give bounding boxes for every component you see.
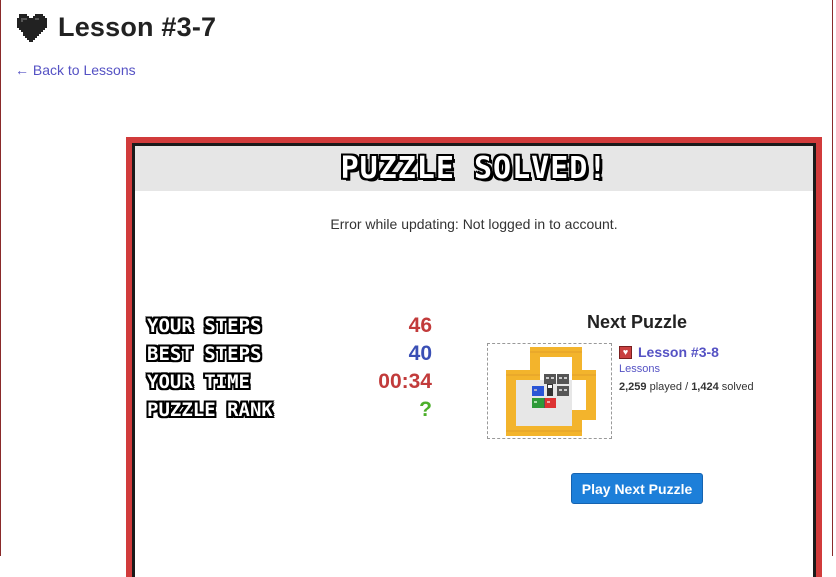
next-puzzle-link[interactable]: Lesson #3-8	[638, 344, 719, 360]
page-right-border	[832, 0, 833, 556]
modal-header: PUZZLE SOLVED!	[135, 146, 813, 191]
next-puzzle-stats: 2,259 played / 1,424 solved	[619, 381, 754, 393]
play-next-puzzle-button[interactable]: Play Next Puzzle	[571, 473, 703, 504]
played-count: 2,259	[619, 381, 647, 393]
stat-row-your-steps: YOUR STEPS 46	[147, 312, 432, 340]
stat-value: ?	[419, 398, 432, 421]
stat-row-your-time: YOUR TIME 00:34	[147, 368, 432, 396]
stat-row-puzzle-rank: PUZZLE RANK ?	[147, 396, 432, 424]
puzzle-map-icon	[506, 347, 596, 436]
stat-label: PUZZLE RANK	[147, 399, 273, 421]
next-puzzle-title-row: ♥ Lesson #3-8	[619, 344, 754, 360]
heart-badge-icon: ♥	[619, 345, 632, 359]
stat-value: 40	[408, 342, 432, 365]
next-puzzle-category-link[interactable]: Lessons	[619, 363, 754, 375]
next-puzzle-heading: Next Puzzle	[587, 312, 688, 332]
stat-label: BEST STEPS	[147, 343, 262, 365]
back-to-lessons-link[interactable]: ← Back to Lessons	[15, 62, 136, 78]
puzzle-solved-modal: PUZZLE SOLVED! Error while updating: Not…	[126, 137, 822, 577]
stat-label: YOUR STEPS	[147, 315, 262, 337]
solved-count: 1,424	[691, 381, 719, 393]
next-puzzle-thumbnail[interactable]	[487, 343, 612, 439]
error-message: Error while updating: Not logged in to a…	[330, 216, 618, 232]
page-header: Lesson #3-7	[15, 12, 216, 43]
stats-table: YOUR STEPS 46 BEST STEPS 40 YOUR TIME 00…	[147, 312, 432, 424]
modal-title: PUZZLE SOLVED!	[340, 151, 608, 186]
page-title: Lesson #3-7	[58, 12, 217, 42]
heart-icon	[15, 13, 47, 42]
modal-body: PUZZLE SOLVED! Error while updating: Not…	[132, 143, 816, 577]
stat-value: 00:34	[378, 370, 432, 393]
next-puzzle-info: ♥ Lesson #3-8 Lessons 2,259 played / 1,4…	[619, 344, 754, 393]
stat-value: 46	[408, 314, 432, 337]
stat-row-best-steps: BEST STEPS 40	[147, 340, 432, 368]
page-left-border	[0, 0, 1, 556]
played-label: played /	[649, 381, 689, 393]
stat-label: YOUR TIME	[147, 371, 250, 393]
solved-label: solved	[721, 381, 754, 393]
